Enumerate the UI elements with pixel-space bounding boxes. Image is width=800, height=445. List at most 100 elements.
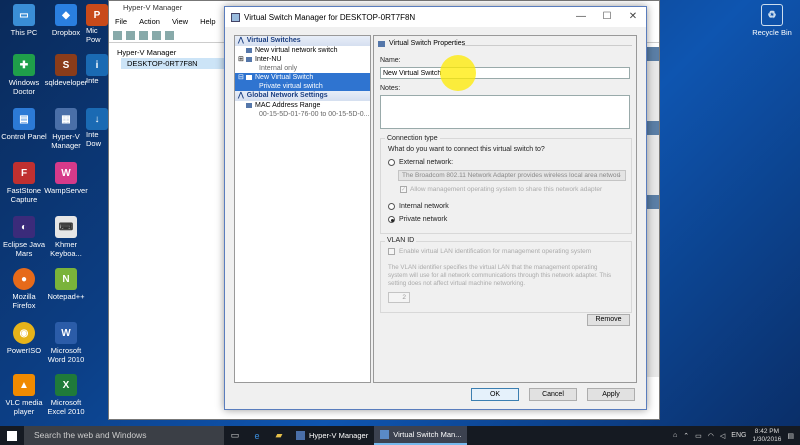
external-network-radio[interactable] [388, 159, 395, 166]
network-icon [246, 103, 252, 108]
properties-icon[interactable] [152, 31, 161, 40]
taskbar-app-vswitch[interactable]: Virtual Switch Man... [374, 426, 468, 445]
tray-people-icon[interactable]: ⌂ [673, 432, 677, 439]
tree-inter-nu-type: Internal only [259, 65, 298, 72]
minimize-icon[interactable]: — [568, 7, 594, 27]
tree-new-switch[interactable]: New virtual network switch [235, 46, 370, 55]
firefox-icon: ● [13, 268, 35, 290]
allow-management-label: Allow management operating system to sha… [410, 186, 603, 193]
volume-icon[interactable]: ◁ [720, 432, 725, 440]
help-icon[interactable] [165, 31, 174, 40]
desktop-icon-wamp[interactable]: W WampServer [42, 162, 90, 195]
folder-icon[interactable] [139, 31, 148, 40]
task-view-icon[interactable]: ▭ [224, 426, 246, 445]
vlan-enable-checkbox[interactable] [388, 248, 395, 255]
file-explorer-icon[interactable]: ▰ [268, 426, 290, 445]
tree-hyperv-root[interactable]: Hyper-V Manager [111, 47, 226, 58]
tray-chevron-icon[interactable]: ⌃ [683, 432, 689, 440]
vlan-id-input[interactable]: 2 [388, 292, 410, 303]
switch-name-input[interactable] [380, 67, 630, 79]
desktop-icon-vlc[interactable]: ▲ VLC media player [0, 374, 48, 416]
vlan-description-1: The VLAN identifier specifies the virtua… [388, 264, 598, 271]
menu-file[interactable]: File [115, 15, 127, 29]
start-button[interactable] [0, 426, 24, 445]
recycle-bin-icon: ♻ [761, 4, 783, 26]
desktop-icon-hyperv[interactable]: ▦ Hyper-V Manager [42, 108, 90, 150]
desktop-icon-powerpoint[interactable]: P Mic Pow [86, 4, 110, 44]
desktop-icon-recycle-bin[interactable]: ♻ Recycle Bin [748, 4, 796, 37]
forward-icon[interactable] [126, 31, 135, 40]
section-virtual-switches[interactable]: ⋀ Virtual Switches [235, 36, 370, 46]
maximize-icon[interactable]: ☐ [594, 7, 620, 27]
tree-inter-nu[interactable]: ⊞ Inter-NU [235, 55, 370, 64]
wifi-icon[interactable]: ◠ [708, 432, 714, 440]
switch-icon [378, 40, 385, 47]
desktop-icon-excel[interactable]: X Microsoft Excel 2010 [42, 374, 90, 416]
network-adapter-select[interactable]: The Broadcom 802.11 Network Adapter prov… [398, 170, 626, 181]
edge-icon[interactable]: e [246, 426, 268, 445]
taskbar-app-hyperv[interactable]: Hyper-V Manager [290, 426, 374, 445]
desktop-icon-eclipse[interactable]: ◐ Eclipse Java Mars [0, 216, 48, 258]
taskbar-search[interactable]: Search the web and Windows [24, 426, 224, 445]
desktop-icon-intel[interactable]: i Inte [86, 54, 110, 85]
menu-help[interactable]: Help [200, 15, 215, 29]
hyperv-icon: ▦ [55, 108, 77, 130]
expand-icon[interactable]: ⊞ [238, 55, 244, 64]
tree-host[interactable]: DESKTOP-0RT7F8N [121, 58, 226, 69]
vlan-description-2: system will use for all network communic… [388, 272, 612, 279]
powerpoint-icon: P [86, 4, 108, 26]
notifications-icon[interactable]: ▤ [787, 432, 794, 440]
connection-question: What do you want to connect this virtual… [388, 146, 545, 153]
internal-network-radio[interactable] [388, 203, 395, 210]
desktop-icon-control-panel[interactable]: ▤ Control Panel [0, 108, 48, 141]
desktop-icon-intel-download[interactable]: ↓ Inte Dow [86, 108, 110, 148]
name-label: Name: [380, 57, 401, 64]
desktop-icon-dropbox[interactable]: ◆ Dropbox [42, 4, 90, 37]
desktop-icon-sqldeveloper[interactable]: Ssqldeveloper [42, 54, 90, 87]
switch-tree-pane: ⋀ Virtual Switches New virtual network sw… [234, 35, 371, 383]
apply-button[interactable]: Apply [587, 388, 635, 401]
desktop-icon-windows-doctor[interactable]: ✚ Windows Doctor [0, 54, 48, 96]
notes-textarea[interactable] [380, 95, 630, 129]
switch-properties-pane: Virtual Switch Properties Name: Notes: C… [373, 35, 637, 383]
notepadpp-icon: N [55, 268, 77, 290]
desktop-icon-khmer[interactable]: ⌨ Khmer Keyboa... [42, 216, 90, 258]
remove-button[interactable]: Remove [587, 314, 630, 326]
desktop-icon-poweriso[interactable]: ◉ PowerISO [0, 322, 48, 355]
notes-label: Notes: [380, 85, 401, 92]
desktop-icon-this-pc[interactable]: ▭ This PC [0, 4, 48, 37]
control-panel-icon: ▤ [13, 108, 35, 130]
collapse-icon: ⋀ [238, 37, 244, 44]
desktop-icon-word[interactable]: W Microsoft Word 2010 [42, 322, 90, 364]
intel-icon: i [86, 54, 108, 76]
collapse-icon[interactable]: ⊟ [238, 73, 244, 82]
close-icon[interactable]: ✕ [620, 7, 646, 27]
keyboard-icon: ⌨ [55, 216, 77, 238]
desktop-icon-firefox[interactable]: ● Mozilla Firefox [0, 268, 48, 310]
computer-icon: ▭ [13, 4, 35, 26]
language-indicator[interactable]: ENG [731, 432, 746, 439]
clock[interactable]: 8:42 PM 1/30/2016 [752, 428, 781, 444]
switch-icon [246, 75, 252, 80]
system-tray: ⌂ ⌃ ▭ ◠ ◁ ENG 8:42 PM 1/30/2016 ▤ [673, 426, 794, 445]
menu-action[interactable]: Action [139, 15, 160, 29]
section-global-network[interactable]: ⋀ Global Network Settings [235, 91, 370, 101]
collapse-icon: ⋀ [238, 92, 244, 99]
back-icon[interactable] [113, 31, 122, 40]
private-network-radio[interactable] [388, 216, 395, 223]
allow-management-checkbox[interactable]: ✓ [400, 186, 407, 193]
desktop-icon-notepadpp[interactable]: N Notepad++ [42, 268, 90, 301]
virtual-switch-manager-dialog: Virtual Switch Manager for DESKTOP-0RT7F… [224, 6, 647, 410]
desktop-icon-faststone[interactable]: F FastStone Capture [0, 162, 48, 204]
internal-network-label: Internal network [399, 203, 449, 210]
chevron-down-icon: ⌄ [616, 172, 622, 179]
tree-new-virtual-switch[interactable]: ⊟ New Virtual Switch [235, 73, 370, 82]
dialog-titlebar: Virtual Switch Manager for DESKTOP-0RT7F… [225, 7, 646, 27]
tree-mac-range[interactable]: MAC Address Range [235, 101, 370, 110]
taskbar: Search the web and Windows ▭ e ▰ Hyper-V… [0, 426, 800, 445]
menu-view[interactable]: View [172, 15, 188, 29]
battery-icon[interactable]: ▭ [695, 432, 702, 440]
cancel-button[interactable]: Cancel [529, 388, 577, 401]
vlc-icon: ▲ [13, 374, 35, 396]
ok-button[interactable]: OK [471, 388, 519, 401]
